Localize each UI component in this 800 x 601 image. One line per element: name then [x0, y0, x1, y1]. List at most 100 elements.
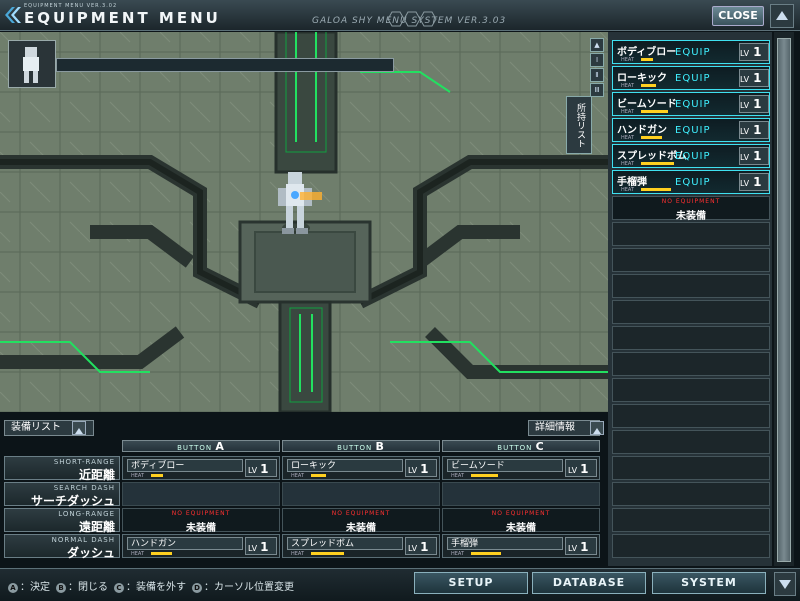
weapon-slot-empty [612, 274, 770, 298]
heat-gauge [471, 552, 501, 555]
weapon-slot-empty [612, 430, 770, 454]
column-header-button-c: BUTTON C [442, 440, 600, 452]
row-label: NORMAL DASH ダッシュ [4, 534, 120, 560]
system-button[interactable]: SYSTEM [652, 572, 766, 594]
scroll-up-button[interactable] [770, 4, 794, 28]
column-header-button-b: BUTTON B [282, 440, 440, 452]
weapon-name: ビームソード [617, 99, 677, 110]
heat-label: HEAT [131, 551, 145, 557]
level-box: LV 1 [739, 147, 769, 165]
level-box: LV 1 [245, 537, 277, 555]
weapon-slot[interactable]: ハンドガン EQUIP LV 1 HEAT [612, 118, 770, 142]
weapon-name: ローキック [287, 459, 403, 472]
collapse-arrow-icon[interactable] [72, 421, 86, 435]
level-label: LV [248, 466, 258, 475]
heat-gauge [641, 110, 668, 113]
scroll-down-button[interactable] [774, 572, 796, 596]
level-box: LV 1 [565, 537, 597, 555]
level-label: LV [740, 101, 750, 110]
weapon-slot-empty [612, 326, 770, 350]
level-value: 1 [260, 540, 269, 554]
equip-tag: EQUIP [675, 151, 711, 162]
collapse-arrow-icon[interactable] [590, 421, 604, 435]
heat-gauge [641, 136, 662, 139]
tab-1[interactable]: Ⅰ [590, 53, 604, 67]
level-box: LV 1 [739, 121, 769, 139]
heat-label: HEAT [621, 161, 635, 167]
level-label: LV [740, 75, 750, 84]
no-equipment-tag: NO EQUIPMENT [171, 510, 231, 517]
unequipped-label: 未装備 [346, 523, 376, 534]
heat-label: HEAT [621, 83, 635, 89]
level-label: LV [740, 153, 750, 162]
tab-3[interactable]: Ⅲ [590, 83, 604, 97]
weapon-slot[interactable]: ボディブロー EQUIP LV 1 HEAT [612, 40, 770, 64]
column-header-button-a: BUTTON A [122, 440, 280, 452]
weapon-name: スプレッドボム [287, 537, 403, 550]
pilot-portrait [8, 40, 56, 88]
heat-gauge [641, 58, 653, 61]
weapon-slot-empty [612, 222, 770, 246]
level-label: LV [740, 49, 750, 58]
equip-slot[interactable]: ビームソード LV 1 HEAT [442, 456, 600, 480]
list-tab-strip: ▲ Ⅰ Ⅱ Ⅲ [590, 38, 606, 154]
level-value: 1 [420, 462, 429, 476]
column-key: A [215, 440, 225, 453]
equip-slot-empty[interactable] [282, 482, 440, 506]
level-box: LV 1 [739, 43, 769, 61]
weapon-slot[interactable]: スプレッドボム EQUIP LV 1 HEAT [612, 144, 770, 168]
row-label: SHORT-RANGE 近距離 [4, 456, 120, 482]
scrollbar-thumb[interactable] [777, 38, 791, 562]
equip-slot-unequipped[interactable]: NO EQUIPMENT 未装備 [282, 508, 440, 534]
row-label-en: SHORT-RANGE [53, 458, 115, 466]
triangle-up-icon [776, 11, 788, 20]
tab-scroll-up[interactable]: ▲ [590, 38, 604, 52]
weapon-slot[interactable]: ビームソード EQUIP LV 1 HEAT [612, 92, 770, 116]
level-value: 1 [753, 71, 762, 85]
equip-slot[interactable]: スプレッドボム LV 1 HEAT [282, 534, 440, 558]
equip-slot[interactable]: ボディブロー LV 1 HEAT [122, 456, 280, 480]
level-label: LV [568, 466, 578, 475]
equip-tag: EQUIP [675, 177, 711, 188]
weapon-name: ハンドガン [127, 537, 243, 550]
heat-label: HEAT [621, 57, 635, 63]
equip-slot-empty[interactable] [122, 482, 280, 506]
equip-tag: EQUIP [675, 125, 711, 136]
heat-gauge [641, 84, 656, 87]
level-label: LV [740, 179, 750, 188]
close-button[interactable]: CLOSE [712, 6, 764, 26]
level-box: LV 1 [739, 95, 769, 113]
level-label: LV [740, 127, 750, 136]
double-chevron-icon [5, 7, 21, 23]
no-equipment-tag: NO EQUIPMENT [331, 510, 391, 517]
equip-slot[interactable]: ハンドガン LV 1 HEAT [122, 534, 280, 558]
heat-label: HEAT [291, 473, 305, 479]
database-button[interactable]: DATABASE [532, 572, 646, 594]
equip-slot-empty[interactable] [442, 482, 600, 506]
setup-button[interactable]: SETUP [414, 572, 528, 594]
level-label: LV [568, 544, 578, 553]
equip-slot[interactable]: 手榴弾 LV 1 HEAT [442, 534, 600, 558]
heat-gauge [151, 474, 163, 477]
heat-label: HEAT [451, 551, 465, 557]
weapon-slot[interactable]: ローキック EQUIP LV 1 HEAT [612, 66, 770, 90]
equip-slot-unequipped[interactable]: NO EQUIPMENT 未装備 [122, 508, 280, 534]
no-equipment-tag: NO EQUIPMENT [491, 510, 551, 517]
weapon-slot-empty [612, 404, 770, 428]
weapon-slot-unequip[interactable]: NO EQUIPMENT 未装備 [612, 196, 770, 222]
row-label-jp: ダッシュ [66, 546, 115, 560]
no-equipment-tag: NO EQUIPMENT [661, 198, 721, 205]
equip-slot[interactable]: ローキック LV 1 HEAT [282, 456, 440, 480]
equip-tag: EQUIP [675, 73, 711, 84]
tab-2[interactable]: Ⅱ [590, 68, 604, 82]
weapon-slot-empty [612, 508, 770, 532]
column-label: BUTTON [337, 444, 373, 452]
weapon-slot[interactable]: 手榴弾 EQUIP LV 1 HEAT [612, 170, 770, 194]
button-key-icon: A [8, 583, 18, 593]
weapon-name: ボディブロー [127, 459, 243, 472]
weapon-name: ハンドガン [617, 125, 667, 136]
equip-slot-unequipped[interactable]: NO EQUIPMENT 未装備 [442, 508, 600, 534]
owned-list-tab[interactable]: 所持リスト [566, 96, 592, 154]
row-label-en: NORMAL DASH [51, 536, 115, 544]
level-value: 1 [580, 540, 589, 554]
